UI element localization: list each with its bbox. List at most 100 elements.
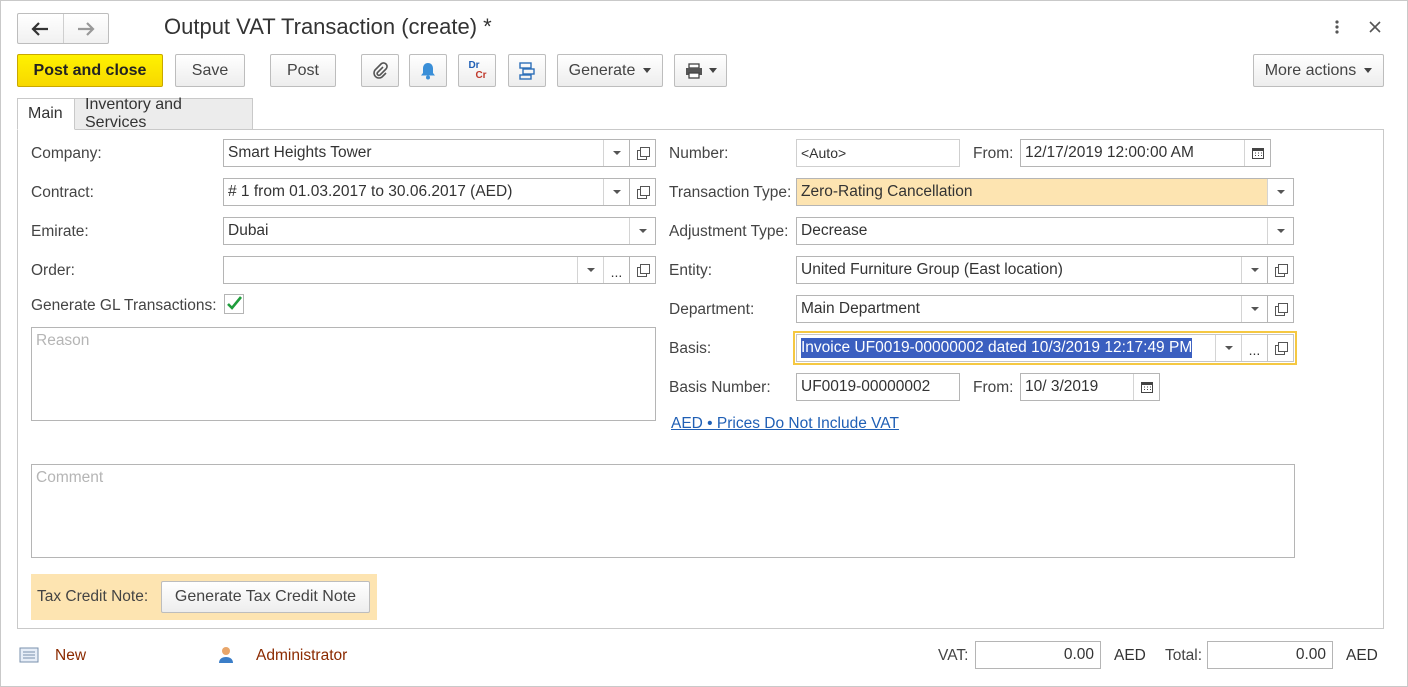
basis-number-value: UF0019-00000002 <box>801 378 931 395</box>
generate-button[interactable]: Generate <box>557 54 663 87</box>
open-icon <box>1274 342 1288 355</box>
comment-placeholder: Comment <box>36 469 104 486</box>
more-actions-button[interactable]: More actions <box>1253 54 1384 87</box>
number-label: Number: <box>669 145 729 162</box>
forward-arrow-icon <box>77 21 95 36</box>
contract-field[interactable]: # 1 from 01.03.2017 to 30.06.2017 (AED) <box>223 178 630 206</box>
chevron-down-icon <box>612 190 621 194</box>
transaction-type-field[interactable]: Zero-Rating Cancellation <box>796 178 1294 206</box>
basis-value: Invoice UF0019-00000002 dated 10/3/2019 … <box>801 338 1193 358</box>
comment-textarea[interactable]: Comment <box>31 464 1295 558</box>
document-status-icon-wrap <box>19 647 39 667</box>
emirate-dropdown-button[interactable] <box>629 218 655 244</box>
entity-field[interactable]: United Furniture Group (East location) <box>796 256 1268 284</box>
date-picker-button[interactable] <box>1244 140 1270 166</box>
transaction-type-label: Transaction Type: <box>669 184 792 201</box>
generate-gl-checkbox[interactable] <box>224 294 244 314</box>
department-label: Department: <box>669 301 755 318</box>
date-from-label: From: <box>973 145 1014 162</box>
department-field[interactable]: Main Department <box>796 295 1268 323</box>
forward-button[interactable] <box>62 14 109 43</box>
basis-dropdown-button[interactable] <box>1215 335 1241 361</box>
adjustment-type-value: Decrease <box>801 222 868 239</box>
entity-dropdown-button[interactable] <box>1241 257 1267 283</box>
contract-value: # 1 from 01.03.2017 to 30.06.2017 (AED) <box>228 183 513 200</box>
emirate-value: Dubai <box>228 222 269 239</box>
department-open-button[interactable] <box>1268 295 1294 323</box>
total-amount-field[interactable]: 0.00 <box>1207 641 1333 669</box>
generate-tax-credit-note-button[interactable]: Generate Tax Credit Note <box>161 581 370 613</box>
order-open-button[interactable] <box>630 256 656 284</box>
entity-value: United Furniture Group (East location) <box>801 261 1063 278</box>
user-icon <box>219 647 233 663</box>
reason-placeholder: Reason <box>36 332 90 349</box>
company-dropdown-button[interactable] <box>603 140 629 166</box>
basis-select-button[interactable]: ... <box>1241 335 1267 361</box>
chevron-down-icon <box>1276 190 1285 194</box>
basis-from-field[interactable]: 10/ 3/2019 <box>1020 373 1160 401</box>
transaction-type-value: Zero-Rating Cancellation <box>801 183 973 200</box>
document-icon <box>19 647 39 663</box>
adjustment-type-field[interactable]: Decrease <box>796 217 1294 245</box>
order-field[interactable]: ... <box>223 256 630 284</box>
chevron-down-icon <box>643 68 652 73</box>
open-icon <box>636 147 650 160</box>
kebab-menu-button[interactable] <box>1326 15 1348 39</box>
post-button[interactable]: Post <box>270 54 336 87</box>
chevron-down-icon <box>586 268 595 272</box>
structure-button[interactable] <box>508 54 546 87</box>
basis-from-label: From: <box>973 379 1014 396</box>
department-dropdown-button[interactable] <box>1241 296 1267 322</box>
number-field[interactable]: <Auto> <box>796 139 960 167</box>
entity-open-button[interactable] <box>1268 256 1294 284</box>
transaction-type-dropdown-button[interactable] <box>1267 179 1293 205</box>
basis-number-field[interactable]: UF0019-00000002 <box>796 373 960 401</box>
post-and-close-button[interactable]: Post and close <box>17 54 163 87</box>
print-button[interactable] <box>674 54 727 87</box>
prices-link[interactable]: AED • Prices Do Not Include VAT <box>671 415 899 433</box>
company-label: Company: <box>31 145 102 162</box>
vat-amount-field[interactable]: 0.00 <box>975 641 1101 669</box>
total-currency: AED <box>1346 647 1378 664</box>
printer-icon <box>685 62 702 79</box>
save-button[interactable]: Save <box>175 54 245 87</box>
order-dropdown-button[interactable] <box>577 257 603 283</box>
basis-date-picker-button[interactable] <box>1133 374 1159 400</box>
basis-value-wrap: Invoice UF0019-00000002 dated 10/3/2019 … <box>797 335 1215 361</box>
contract-open-button[interactable] <box>630 178 656 206</box>
open-icon <box>1274 264 1288 277</box>
emirate-field[interactable]: Dubai <box>223 217 656 245</box>
reason-textarea[interactable]: Reason <box>31 327 656 421</box>
basis-open-button[interactable] <box>1268 334 1294 362</box>
adjustment-type-dropdown-button[interactable] <box>1267 218 1293 244</box>
chevron-down-icon <box>1224 346 1233 350</box>
close-button[interactable] <box>1364 15 1386 39</box>
reminder-button[interactable] <box>409 54 447 87</box>
drcr-button[interactable]: Dr Cr <box>458 54 496 87</box>
open-icon <box>1274 303 1288 316</box>
bell-icon <box>421 62 435 79</box>
basis-number-label: Basis Number: <box>669 379 771 396</box>
back-button[interactable] <box>18 14 63 43</box>
basis-field[interactable]: Invoice UF0019-00000002 dated 10/3/2019 … <box>796 334 1268 362</box>
drcr-dr-text: Dr <box>468 59 480 71</box>
adjustment-type-label: Adjustment Type: <box>669 223 789 240</box>
company-open-button[interactable] <box>630 139 656 167</box>
contract-dropdown-button[interactable] <box>603 179 629 205</box>
document-window: Output VAT Transaction (create) * Post a… <box>0 0 1408 687</box>
tab-main[interactable]: Main <box>17 98 75 130</box>
company-value: Smart Heights Tower <box>228 144 372 161</box>
tab-inventory-and-services[interactable]: Inventory and Services <box>74 96 253 131</box>
status-text: New <box>55 647 87 664</box>
contract-label: Contract: <box>31 184 94 201</box>
date-from-field[interactable]: 12/17/2019 12:00:00 AM <box>1020 139 1271 167</box>
author-text: Administrator <box>256 647 348 664</box>
attach-button[interactable] <box>361 54 399 87</box>
ellipsis-icon: ... <box>610 264 623 280</box>
drcr-icon: Dr Cr <box>467 59 486 81</box>
order-select-button[interactable]: ... <box>603 257 629 283</box>
chevron-down-icon <box>1276 229 1285 233</box>
number-placeholder: <Auto> <box>801 145 847 161</box>
basis-label: Basis: <box>669 340 712 357</box>
company-field[interactable]: Smart Heights Tower <box>223 139 630 167</box>
